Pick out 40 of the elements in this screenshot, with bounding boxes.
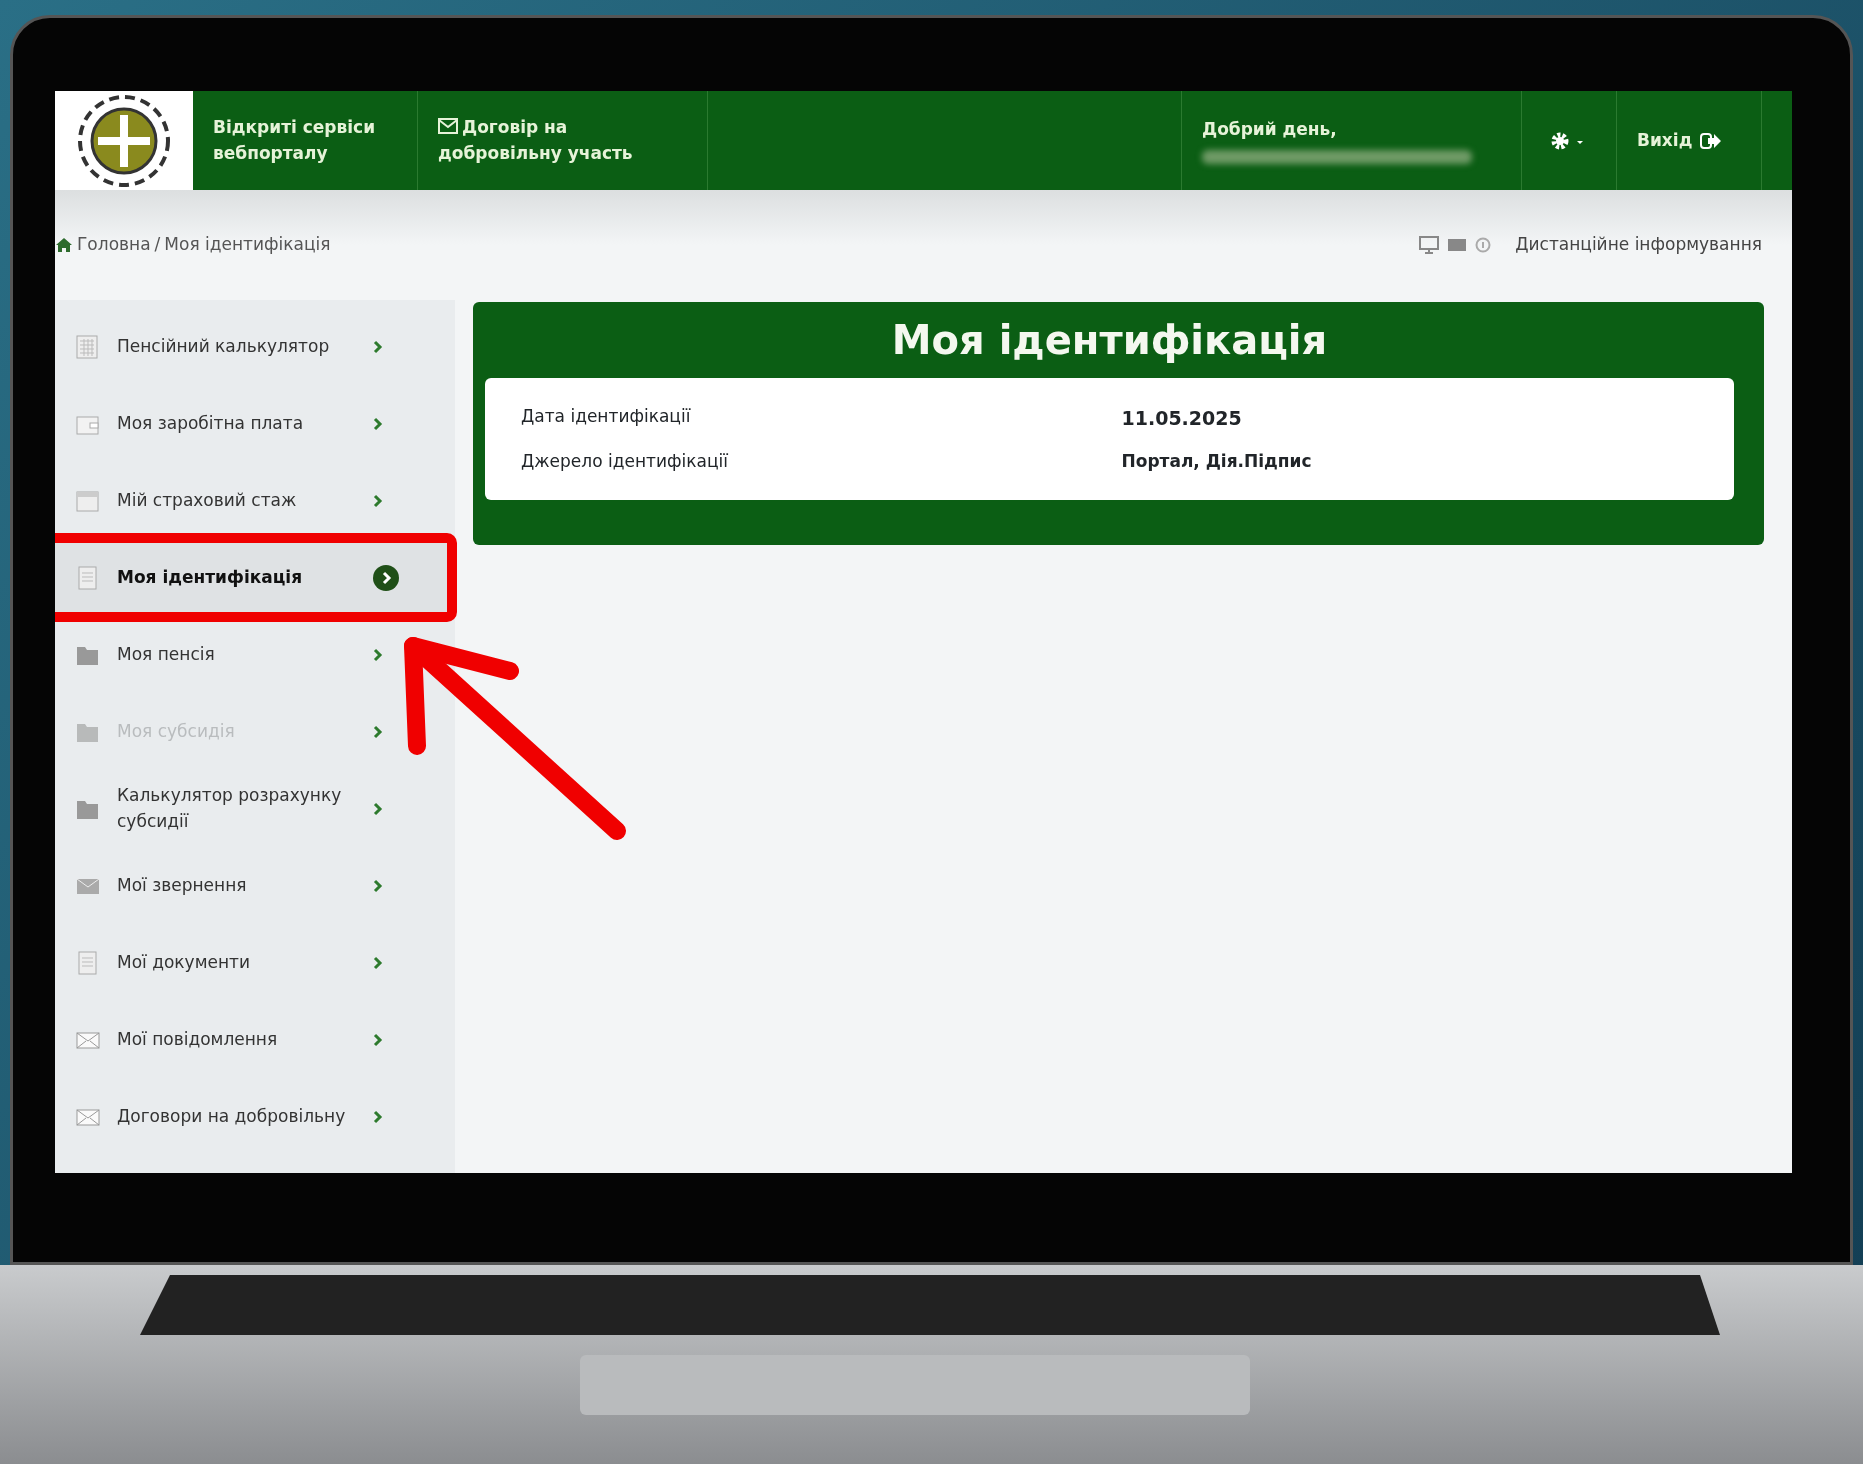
brand-link[interactable]: Відкриті сервіси вебпорталу	[213, 115, 397, 166]
sidebar-item[interactable]: Калькулятор розрахунку субсидії	[55, 770, 455, 847]
panel-title: Моя ідентифікація	[890, 316, 1329, 365]
logout-link[interactable]: Вихід	[1637, 127, 1723, 154]
sidebar-item[interactable]: Мій страховий стаж	[55, 462, 455, 539]
chevron-icon	[373, 339, 383, 354]
sidebar-item[interactable]: Пенсійний калькулятор	[55, 308, 455, 385]
info-icon	[1475, 237, 1492, 253]
chevron-icon	[373, 801, 383, 816]
greeting-text: Добрий день,	[1202, 117, 1338, 141]
breadcrumb-item: Моя ідентифікація	[164, 233, 331, 257]
home-icon	[55, 237, 73, 253]
chevron-icon	[373, 493, 383, 508]
contract-link[interactable]: Договір на добровільну участь	[438, 115, 687, 166]
chevron-icon	[373, 647, 383, 662]
chevron-icon	[373, 416, 383, 431]
envelope-icon	[1447, 237, 1468, 253]
chevron-circle-icon	[373, 564, 399, 591]
remote-info-link[interactable]: Дистанційне інформування	[1515, 232, 1762, 258]
monitor-icon	[1419, 236, 1440, 254]
sidebar-item[interactable]: Мої звернення	[55, 847, 455, 924]
chevron-icon	[373, 1109, 383, 1124]
sidebar-item[interactable]: Договори на добровільну	[55, 1078, 455, 1155]
calculator-icon	[75, 333, 101, 360]
chevron-icon	[373, 955, 383, 970]
chevron-icon	[373, 724, 383, 739]
field-label: Джерело ідентифікації	[520, 449, 729, 473]
envelope-icon	[438, 117, 458, 135]
breadcrumb-separator: /	[154, 233, 161, 257]
chevron-icon	[373, 1032, 383, 1047]
chevron-icon	[373, 878, 383, 893]
sidebar-item[interactable]: Моя пенсія	[55, 616, 455, 693]
field-label: Дата ідентифікації	[520, 405, 692, 428]
breadcrumb-item[interactable]: Головна	[77, 232, 151, 258]
sidebar-item[interactable]: Мої документи	[55, 924, 455, 1001]
sidebar-item[interactable]: Моя заробітна плата	[55, 385, 455, 462]
field-value: Портал, Дія.Підпис	[1120, 449, 1313, 473]
field-value: 11.05.2025	[1120, 406, 1243, 431]
sidebar-item[interactable]: Мої повідомлення	[55, 1001, 455, 1078]
logout-icon	[1700, 131, 1723, 150]
